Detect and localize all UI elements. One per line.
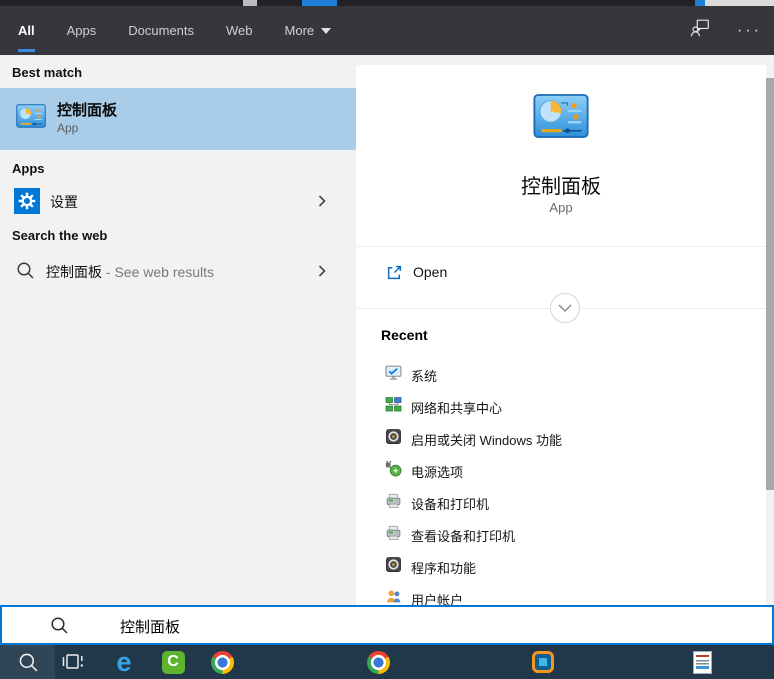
tab-more-label: More [285, 23, 315, 38]
control-panel-icon [16, 103, 46, 129]
edge-button[interactable]: e [110, 645, 138, 679]
vmware-icon [532, 651, 554, 673]
search-icon [50, 616, 69, 635]
best-match-header: Best match [12, 65, 82, 80]
chrome-icon [367, 651, 390, 674]
best-match-title: 控制面板 [57, 99, 117, 120]
document-icon [693, 651, 712, 674]
recent-item-windows-features[interactable]: 启用或关闭 Windows 功能 [356, 424, 766, 456]
chevron-right-icon[interactable] [318, 195, 326, 207]
search-filter-tabs: All Apps Documents Web More [18, 6, 331, 55]
open-action-label: Open [413, 264, 447, 280]
chrome-icon [211, 651, 234, 674]
recent-section-header: Recent [381, 327, 428, 343]
tab-all[interactable]: All [18, 6, 35, 55]
vmware-window-button[interactable] [529, 645, 557, 679]
chrome-window-button-1[interactable] [208, 645, 236, 679]
ellipsis-icon[interactable]: ··· [737, 26, 762, 36]
preview-app-subtitle: App [356, 200, 766, 215]
recent-item-system[interactable]: 系统 [356, 360, 766, 392]
recent-item-label: 查看设备和打印机 [411, 526, 515, 545]
system-monitor-icon [385, 364, 402, 381]
settings-gear-icon [14, 188, 40, 214]
control-panel-icon [533, 93, 589, 139]
programs-features-icon [385, 556, 402, 573]
recent-item-view-devices-printers[interactable]: 查看设备和打印机 [356, 520, 766, 552]
edge-icon: e [116, 650, 131, 674]
windows-search-flyout: All Apps Documents Web More ··· Best mat… [0, 0, 774, 679]
result-web-search[interactable]: 控制面板 - See web results [0, 253, 356, 289]
recent-item-label: 程序和功能 [411, 558, 476, 577]
recent-item-label: 电源选项 [411, 462, 463, 481]
tab-web[interactable]: Web [226, 6, 253, 55]
recent-item-network-sharing[interactable]: 网络和共享中心 [356, 392, 766, 424]
divider [356, 246, 766, 247]
windows-features-icon [385, 428, 402, 445]
open-action[interactable]: Open [356, 260, 766, 288]
camtasia-button[interactable]: C [159, 645, 187, 679]
tab-apps[interactable]: Apps [67, 6, 97, 55]
web-result-query: 控制面板 [46, 264, 102, 280]
results-panel: Best match 控制面板 App Apps [0, 55, 356, 605]
devices-printers-icon [385, 492, 402, 509]
preview-app-title: 控制面板 [356, 170, 766, 199]
camtasia-icon: C [162, 651, 185, 674]
recent-item-label: 设备和打印机 [411, 494, 489, 513]
recent-item-programs-features[interactable]: 程序和功能 [356, 552, 766, 584]
tab-documents[interactable]: Documents [128, 6, 194, 55]
search-web-section-header: Search the web [12, 228, 107, 243]
chevron-down-icon [557, 303, 573, 313]
expand-actions-button[interactable] [550, 293, 580, 323]
user-accounts-icon [385, 588, 402, 605]
search-header: All Apps Documents Web More ··· [0, 6, 774, 55]
result-settings[interactable]: 设置 [0, 183, 356, 219]
recent-item-label: 网络和共享中心 [411, 398, 502, 417]
document-window-button[interactable] [689, 645, 715, 679]
devices-printers-icon [385, 524, 402, 541]
recent-item-power-options[interactable]: 电源选项 [356, 456, 766, 488]
web-result-suffix: - See web results [102, 264, 214, 280]
network-sharing-icon [385, 396, 402, 413]
power-options-icon [385, 460, 402, 477]
tab-more[interactable]: More [285, 6, 332, 55]
preview-panel: 控制面板 App Open Recent 系统 [356, 65, 766, 605]
recent-item-label: 启用或关闭 Windows 功能 [411, 430, 562, 449]
recent-item-devices-printers[interactable]: 设备和打印机 [356, 488, 766, 520]
scrollbar[interactable] [766, 65, 774, 605]
chevron-right-icon[interactable] [318, 265, 326, 277]
scrollbar-thumb[interactable] [766, 78, 774, 490]
open-app-icon [386, 264, 403, 281]
chevron-down-icon [321, 28, 331, 34]
task-view-button[interactable] [60, 645, 86, 679]
apps-section-header: Apps [12, 161, 45, 176]
search-box[interactable]: 控制面板 [0, 605, 774, 645]
taskbar-search-button[interactable] [16, 645, 40, 679]
search-icon [16, 261, 35, 280]
chrome-window-button-2[interactable] [364, 645, 392, 679]
recent-item-label: 系统 [411, 366, 437, 385]
user-account-icon[interactable] [689, 17, 711, 44]
taskbar: e C [0, 645, 774, 679]
best-match-subtitle: App [57, 121, 78, 135]
best-match-result-control-panel[interactable]: 控制面板 App [0, 88, 356, 150]
search-icon [18, 652, 39, 673]
search-input-value[interactable]: 控制面板 [120, 616, 180, 637]
result-settings-label: 设置 [50, 192, 78, 212]
task-view-icon [61, 651, 85, 673]
